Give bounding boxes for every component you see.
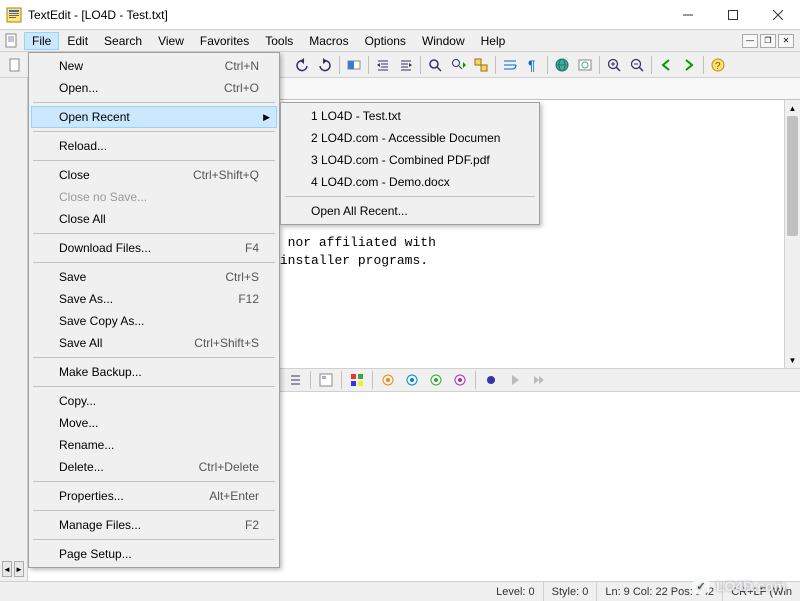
file-menu-item[interactable]: Copy... — [31, 390, 277, 412]
menu-file[interactable]: File — [24, 32, 59, 50]
menu-view[interactable]: View — [150, 32, 192, 50]
file-menu-item[interactable]: NewCtrl+N — [31, 55, 277, 77]
file-menu-item[interactable]: Save AllCtrl+Shift+S — [31, 332, 277, 354]
panel-scroll-left[interactable]: ◄ — [2, 561, 12, 577]
file-menu-item[interactable]: Reload... — [31, 135, 277, 157]
file-menu-dropdown: NewCtrl+NOpen...Ctrl+O Open Recent▶ Reload… — [28, 52, 280, 568]
indent-right-icon[interactable] — [395, 54, 417, 76]
svg-text:?: ? — [715, 61, 721, 72]
menu-help[interactable]: Help — [473, 32, 514, 50]
zoom-in-icon[interactable] — [603, 54, 625, 76]
menu-search[interactable]: Search — [96, 32, 150, 50]
scroll-thumb[interactable] — [787, 116, 798, 236]
file-menu-item[interactable]: Open Recent▶ — [31, 106, 277, 128]
wrap-icon[interactable] — [499, 54, 521, 76]
nav-back-icon[interactable] — [655, 54, 677, 76]
menu-tools[interactable]: Tools — [257, 32, 301, 50]
file-menu-item[interactable]: CloseCtrl+Shift+Q — [31, 164, 277, 186]
recent-file-item[interactable]: 3 LO4D.com - Combined PDF.pdf — [283, 149, 537, 171]
find-next-icon[interactable] — [447, 54, 469, 76]
close-button[interactable] — [755, 0, 800, 30]
left-panel: ◄ ► — [0, 78, 28, 581]
help-icon[interactable]: ? — [707, 54, 729, 76]
mdi-controls: — ❐ ✕ — [742, 34, 798, 48]
file-menu-item[interactable]: Save Copy As... — [31, 310, 277, 332]
recent-file-item[interactable]: Open All Recent... — [283, 200, 537, 222]
replace-icon[interactable] — [470, 54, 492, 76]
minimize-button[interactable] — [665, 0, 710, 30]
submenu-arrow-icon: ▶ — [263, 112, 270, 123]
title-bar: TextEdit - [LO4D - Test.txt] — [0, 0, 800, 30]
app-icon — [6, 7, 22, 23]
status-bar: Level: 0 Style: 0 Ln: 9 Col: 22 Pos: 242… — [0, 581, 800, 601]
vertical-scrollbar[interactable]: ▲ ▼ — [784, 100, 800, 368]
mdi-minimize-button[interactable]: — — [742, 34, 758, 48]
status-style: Style: 0 — [544, 582, 598, 601]
fast-forward-icon[interactable] — [528, 369, 550, 391]
file-menu-item[interactable]: Open...Ctrl+O — [31, 77, 277, 99]
toggle-icon[interactable] — [343, 54, 365, 76]
file-menu-item[interactable]: Manage Files...F2 — [31, 514, 277, 536]
globe-icon[interactable] — [551, 54, 573, 76]
window-title: TextEdit - [LO4D - Test.txt] — [28, 8, 665, 22]
bookmark4-icon[interactable] — [449, 369, 471, 391]
file-menu-item[interactable]: Make Backup... — [31, 361, 277, 383]
file-menu-item[interactable]: Save As...F12 — [31, 288, 277, 310]
svg-text:¶: ¶ — [528, 57, 536, 73]
file-menu-item[interactable]: SaveCtrl+S — [31, 266, 277, 288]
document-icon — [4, 33, 20, 49]
menu-window[interactable]: Window — [414, 32, 473, 50]
bookmark2-icon[interactable] — [401, 369, 423, 391]
nav-forward-icon[interactable] — [678, 54, 700, 76]
file-menu-item[interactable]: Delete...Ctrl+Delete — [31, 456, 277, 478]
file-menu-item[interactable]: Page Setup... — [31, 543, 277, 565]
file-menu-item: Close no Save... — [31, 186, 277, 208]
indent-left-icon[interactable] — [372, 54, 394, 76]
menu-favorites[interactable]: Favorites — [192, 32, 257, 50]
zoom-out-icon[interactable] — [626, 54, 648, 76]
status-eol: CR+LF (Win — [723, 582, 800, 601]
recent-file-item[interactable]: 4 LO4D.com - Demo.docx — [283, 171, 537, 193]
recent-file-item[interactable]: 1 LO4D - Test.txt — [283, 105, 537, 127]
menu-macros[interactable]: Macros — [301, 32, 356, 50]
window-controls — [665, 0, 800, 30]
file-menu-item[interactable]: Close All — [31, 208, 277, 230]
open-recent-submenu: 1 LO4D - Test.txt2 LO4D.com - Accessible… — [280, 102, 540, 225]
play-icon[interactable] — [504, 369, 526, 391]
file-menu-item[interactable]: Download Files...F4 — [31, 237, 277, 259]
file-menu-item[interactable]: Properties...Alt+Enter — [31, 485, 277, 507]
new-file-icon[interactable] — [4, 54, 26, 76]
maximize-button[interactable] — [710, 0, 755, 30]
find-icon[interactable] — [424, 54, 446, 76]
status-position: Ln: 9 Col: 22 Pos: 242 — [597, 582, 723, 601]
bookmark1-icon[interactable] — [377, 369, 399, 391]
list-icon[interactable] — [284, 369, 306, 391]
color-icon[interactable] — [346, 369, 368, 391]
scroll-down-icon[interactable]: ▼ — [785, 352, 800, 368]
mdi-restore-button[interactable]: ❐ — [760, 34, 776, 48]
bookmark3-icon[interactable] — [425, 369, 447, 391]
status-level: Level: 0 — [488, 582, 544, 601]
mdi-close-button[interactable]: ✕ — [778, 34, 794, 48]
browser-icon[interactable] — [574, 54, 596, 76]
form-icon[interactable] — [315, 369, 337, 391]
menu-options[interactable]: Options — [357, 32, 414, 50]
record-icon[interactable] — [480, 369, 502, 391]
menu-edit[interactable]: Edit — [59, 32, 96, 50]
recent-file-item[interactable]: 2 LO4D.com - Accessible Documen — [283, 127, 537, 149]
file-menu-item[interactable]: Move... — [31, 412, 277, 434]
menu-bar: File Edit Search View Favorites Tools Ma… — [0, 30, 800, 52]
scroll-up-icon[interactable]: ▲ — [785, 100, 800, 116]
file-menu-item[interactable]: Rename... — [31, 434, 277, 456]
panel-scroll-right[interactable]: ► — [14, 561, 24, 577]
pilcrow-icon[interactable]: ¶ — [522, 54, 544, 76]
redo-icon[interactable] — [314, 54, 336, 76]
undo-icon[interactable] — [291, 54, 313, 76]
